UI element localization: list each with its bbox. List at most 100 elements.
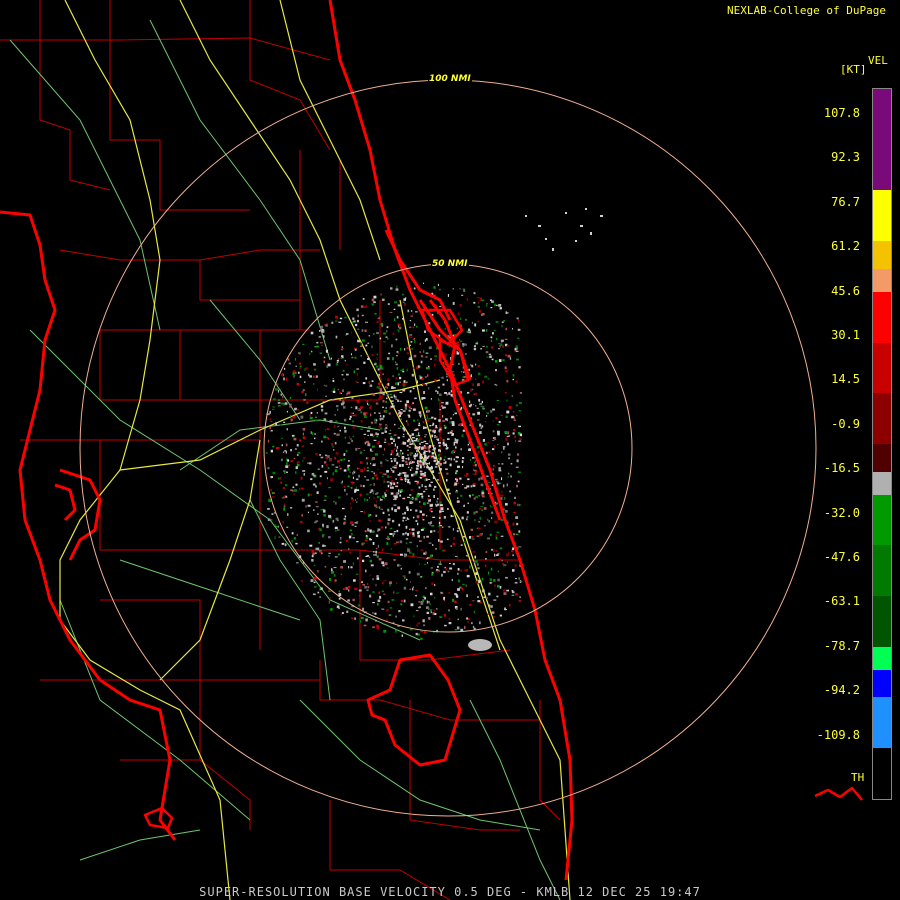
echo-gate [429, 455, 432, 458]
echo-gate [438, 521, 441, 525]
echo-gate [511, 594, 515, 596]
echo-gate [492, 408, 495, 411]
echo-gate [441, 526, 444, 528]
echo-gate [338, 321, 342, 323]
radar-map[interactable] [0, 0, 900, 900]
echo-gate [354, 490, 357, 493]
echo-gate [440, 437, 443, 439]
echo-gate [451, 433, 454, 436]
echo-gate [357, 319, 359, 323]
echo-gate [376, 435, 379, 438]
echo-gate [386, 387, 388, 389]
echo-gate [438, 393, 442, 396]
echo-gate [357, 604, 361, 607]
legend-product-label: VEL [868, 54, 888, 67]
echo-gate [360, 616, 364, 620]
echo-gate [504, 431, 507, 434]
echo-gate [459, 340, 463, 342]
echo-gate [454, 555, 458, 557]
echo-gate [324, 412, 328, 415]
echo-gate [499, 482, 502, 484]
echo-gate [474, 461, 476, 464]
echo-gate [307, 511, 309, 514]
echo-gate [498, 304, 502, 307]
echo-gate [498, 463, 500, 465]
echo-gate [282, 451, 285, 453]
echo-gate [284, 367, 286, 370]
echo-gate [354, 617, 356, 620]
echo-gate [318, 527, 321, 530]
legend-tick: 76.7 [831, 194, 860, 209]
echo-gate [444, 427, 447, 429]
echo-gate [496, 531, 499, 534]
echo-gate [353, 579, 356, 582]
echo-gate [317, 513, 319, 515]
echo-gate [375, 402, 379, 405]
echo-gate [366, 399, 369, 403]
echo-gate [295, 448, 297, 450]
echo-gate [403, 599, 406, 603]
echo-gate [393, 438, 395, 441]
echo-gate [518, 410, 521, 412]
echo-gate [350, 481, 353, 484]
echo-gate [476, 446, 480, 449]
echo-gate [343, 397, 345, 400]
echo-gate [389, 393, 392, 395]
echo-gate [470, 374, 472, 378]
echo-gate [377, 368, 380, 371]
echo-gate [407, 432, 410, 435]
echo-gate [499, 547, 503, 550]
echo-gate [478, 309, 482, 313]
echo-gate [415, 311, 418, 313]
echo-gate [423, 350, 425, 353]
echo-gate [448, 592, 451, 594]
echo-gate [437, 438, 439, 442]
echo-gate [390, 405, 394, 408]
echo-gate [449, 567, 453, 570]
echo-gate [348, 589, 350, 592]
echo-gate [421, 516, 423, 519]
echo-gate [504, 392, 507, 394]
echo-gate [433, 596, 436, 599]
echo-gate [416, 545, 418, 548]
echo-gate [406, 517, 408, 519]
echo-gate [416, 380, 418, 384]
echo-gate [396, 285, 398, 288]
echo-gate [411, 310, 413, 312]
echo-gate [337, 460, 340, 463]
echo-gate [416, 366, 419, 369]
echo-gate [360, 469, 363, 473]
echo-gate [484, 421, 487, 423]
echo-gate [366, 479, 370, 481]
echo-gate [288, 362, 292, 365]
echo-gate [373, 301, 376, 304]
echo-gate [272, 445, 275, 448]
echo-gate [400, 600, 404, 603]
echo-gate [384, 448, 386, 451]
echo-gate [288, 464, 290, 467]
echo-gate [367, 434, 370, 436]
echo-gate [301, 579, 303, 583]
echo-gate [349, 529, 352, 532]
echo-gate [439, 616, 443, 618]
echo-gate [333, 432, 336, 435]
echo-gate [411, 473, 414, 477]
echo-gate [393, 318, 396, 321]
echo-gate [419, 501, 421, 503]
echo-gate [500, 535, 504, 537]
echo-gate [348, 566, 350, 569]
echo-gate [268, 439, 270, 443]
echo-gate [460, 448, 462, 451]
echo-gate [334, 414, 336, 416]
echo-gate [475, 511, 478, 513]
echo-gate [414, 323, 416, 326]
echo-gate [398, 564, 402, 567]
echo-gate [380, 391, 383, 394]
echo-gate [387, 443, 391, 446]
echo-gate [326, 477, 328, 480]
echo-gate [403, 577, 406, 579]
echo-gate [405, 297, 407, 299]
echo-gate [516, 533, 519, 536]
echo-gate [334, 526, 338, 530]
echo-gate [293, 437, 297, 441]
